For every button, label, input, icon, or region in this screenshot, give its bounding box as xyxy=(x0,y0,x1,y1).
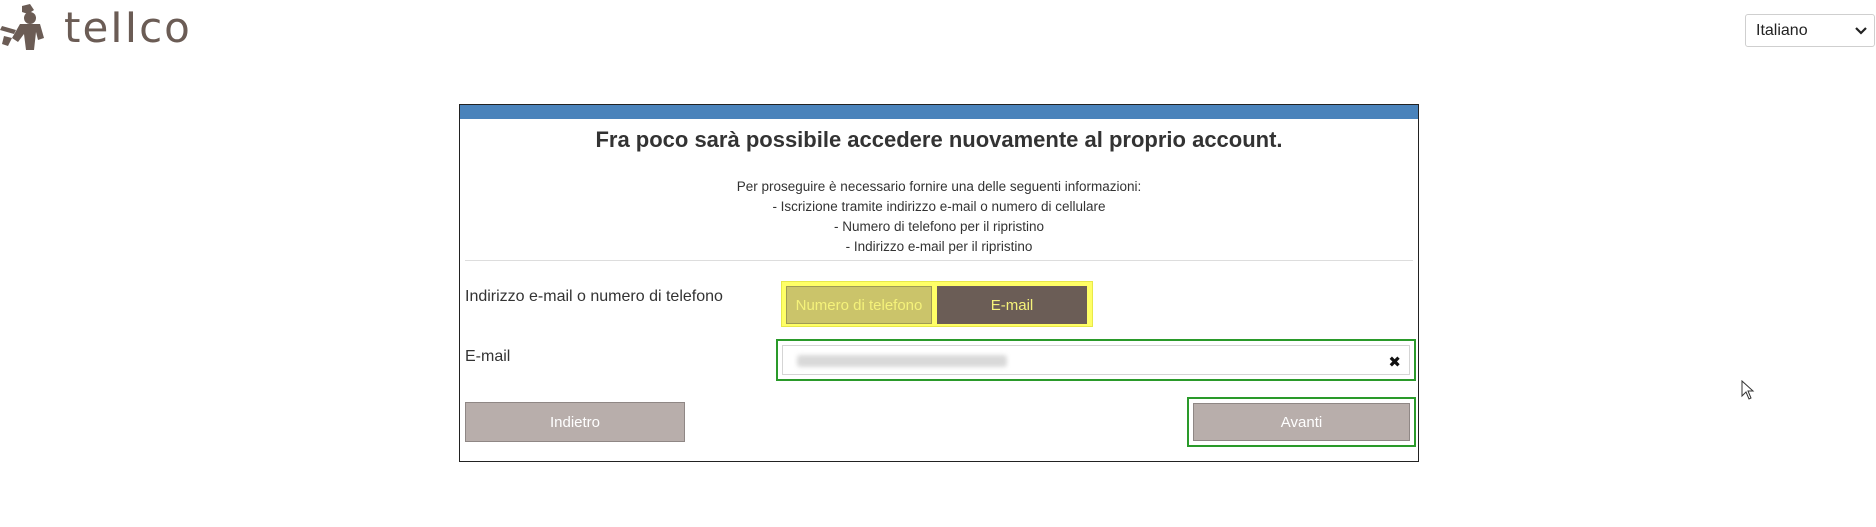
method-toggle-group: Numero di telefono E-mail xyxy=(781,281,1093,327)
email-field-highlight: ✖ xyxy=(776,339,1416,381)
mascot-logo-icon xyxy=(0,4,44,50)
method-label: Indirizzo e-mail o numero di telefono xyxy=(465,288,723,305)
divider xyxy=(465,260,1413,261)
tellco-logo: teIIco xyxy=(0,2,192,54)
phone-option-button[interactable]: Numero di telefono xyxy=(786,286,932,324)
email-label: E-mail xyxy=(465,348,511,365)
language-select[interactable]: Italiano xyxy=(1745,14,1875,47)
mouse-cursor-icon xyxy=(1741,380,1755,400)
email-field[interactable]: ✖ xyxy=(782,345,1410,375)
next-button-highlight: Avanti xyxy=(1187,397,1416,447)
clear-icon[interactable]: ✖ xyxy=(1388,353,1401,371)
info-line: - Indirizzo e-mail per il ripristino xyxy=(845,239,1033,254)
info-line: - Numero di telefono per il ripristino xyxy=(833,219,1045,234)
account-recovery-card: Fra poco sarà possibile accedere nuovame… xyxy=(459,104,1419,462)
chevron-down-icon xyxy=(1855,27,1867,35)
back-button[interactable]: Indietro xyxy=(465,402,685,442)
redacted-email-value xyxy=(797,355,1007,367)
next-button[interactable]: Avanti xyxy=(1193,403,1410,441)
page-title: Fra poco sarà possibile accedere nuovame… xyxy=(595,127,1283,152)
card-top-bar xyxy=(460,105,1418,119)
language-selected-value: Italiano xyxy=(1756,21,1808,39)
info-line: - Iscrizione tramite indirizzo e-mail o … xyxy=(772,199,1106,214)
info-text: Per proseguire è necessario fornire una … xyxy=(460,177,1418,257)
info-line: Per proseguire è necessario fornire una … xyxy=(736,179,1142,194)
email-option-button[interactable]: E-mail xyxy=(937,286,1087,324)
brand-name: teIIco xyxy=(64,3,192,52)
